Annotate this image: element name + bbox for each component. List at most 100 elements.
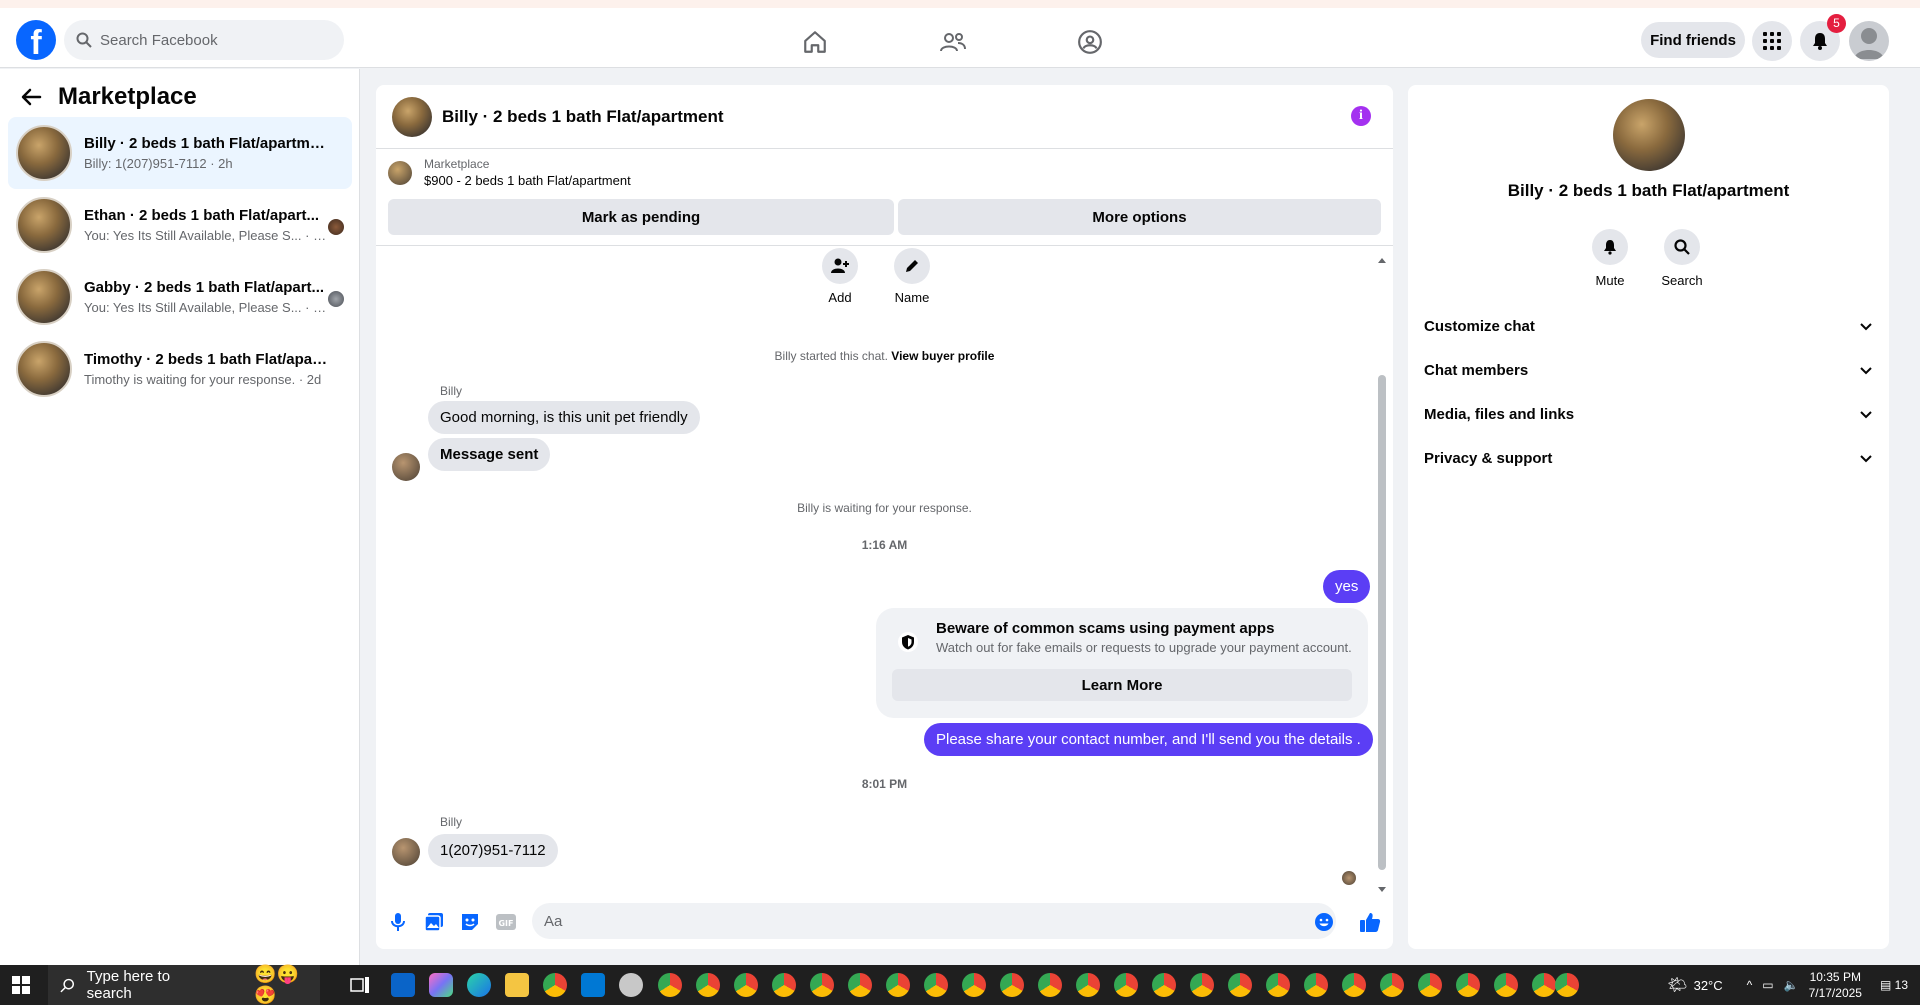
store-icon[interactable] — [581, 973, 605, 997]
chrome-icon[interactable] — [543, 973, 567, 997]
info-icon[interactable]: i — [1351, 106, 1371, 126]
profile-avatar[interactable] — [1849, 21, 1889, 61]
emoji-widget-icon: 😄😛😍 — [254, 964, 300, 1005]
chrome-icon[interactable] — [1342, 973, 1366, 997]
clock-date[interactable]: 7/17/2025 — [1809, 985, 1862, 1001]
outgoing-message[interactable]: yes — [1323, 570, 1371, 603]
friends-icon[interactable] — [933, 22, 973, 62]
sticker-icon[interactable] — [458, 910, 482, 934]
listing-summary[interactable]: Marketplace $900 - 2 beds 1 bath Flat/ap… — [388, 157, 631, 188]
chrome-icon[interactable] — [924, 973, 948, 997]
gif-icon[interactable]: GIF — [494, 910, 518, 934]
chat-members-section[interactable]: Chat members — [1424, 352, 1873, 388]
outlook-icon[interactable] — [391, 973, 415, 997]
conversation-item[interactable]: Gabby · 2 beds 1 bath Flat/apart... You:… — [8, 261, 352, 333]
back-arrow-icon[interactable] — [20, 86, 42, 108]
find-friends-button[interactable]: Find friends — [1641, 22, 1745, 58]
message-input-box[interactable] — [532, 903, 1336, 939]
home-icon[interactable] — [795, 22, 835, 62]
sender-name: Billy — [440, 384, 463, 398]
chrome-icon[interactable] — [1076, 973, 1100, 997]
notification-center-icon[interactable]: ▤ 13 — [1880, 978, 1908, 992]
chevron-up-icon[interactable]: ^ — [1747, 978, 1753, 992]
add-people-action[interactable]: Add — [810, 248, 870, 305]
search-icon — [76, 32, 92, 48]
thumbs-up-icon[interactable] — [1358, 910, 1382, 934]
incoming-message[interactable]: Message sent — [428, 438, 551, 471]
chrome-icon[interactable] — [1190, 973, 1214, 997]
chrome-icon[interactable] — [1494, 973, 1518, 997]
chrome-icon[interactable] — [810, 973, 834, 997]
chrome-icon[interactable] — [1532, 973, 1556, 997]
customize-chat-section[interactable]: Customize chat — [1424, 308, 1873, 344]
chat-avatar[interactable] — [392, 96, 432, 137]
chat-title[interactable]: Billy · 2 beds 1 bath Flat/apartment — [442, 107, 724, 127]
chrome-icon[interactable] — [1114, 973, 1138, 997]
add-person-icon — [831, 258, 849, 273]
chrome-icon[interactable] — [848, 973, 872, 997]
microphone-icon[interactable] — [386, 910, 410, 934]
task-view-icon[interactable] — [348, 973, 372, 997]
name-chat-action[interactable]: Name — [882, 248, 942, 305]
conversation-item[interactable]: Billy · 2 beds 1 bath Flat/apartment Bil… — [8, 117, 352, 189]
sender-avatar[interactable] — [392, 838, 420, 866]
chrome-icon[interactable] — [1555, 973, 1579, 997]
chrome-icon[interactable] — [1456, 973, 1480, 997]
weather-icon[interactable]: 🌤 — [1667, 975, 1687, 995]
chrome-icon[interactable] — [1228, 973, 1252, 997]
copilot-icon[interactable] — [429, 973, 453, 997]
mute-action[interactable]: Mute — [1580, 229, 1640, 288]
photo-icon[interactable] — [422, 910, 446, 934]
scam-warning-card: Beware of common scams using payment app… — [876, 608, 1368, 718]
listing-title: $900 - 2 beds 1 bath Flat/apartment — [424, 173, 631, 188]
search-in-chat-action[interactable]: Search — [1652, 229, 1712, 288]
menu-grid-icon[interactable] — [1752, 21, 1792, 61]
warning-description: Watch out for fake emails or requests to… — [936, 640, 1352, 655]
chrome-icon[interactable] — [696, 973, 720, 997]
more-options-button[interactable]: More options — [898, 199, 1381, 235]
incoming-message[interactable]: Good morning, is this unit pet friendly — [428, 401, 700, 434]
chrome-icon[interactable] — [1304, 973, 1328, 997]
emoji-icon[interactable] — [1312, 910, 1336, 934]
chrome-icon[interactable] — [1038, 973, 1062, 997]
network-icon[interactable]: ▭ — [1762, 978, 1773, 992]
volume-icon[interactable]: 🔈 — [1784, 978, 1799, 992]
chrome-icon[interactable] — [658, 973, 682, 997]
page-scrollbar[interactable] — [1903, 69, 1920, 965]
chrome-icon[interactable] — [1380, 973, 1404, 997]
temperature[interactable]: 32°C — [1694, 978, 1723, 993]
mark-as-pending-button[interactable]: Mark as pending — [388, 199, 894, 235]
edge-icon[interactable] — [467, 973, 491, 997]
chrome-icon[interactable] — [1266, 973, 1290, 997]
groups-icon[interactable] — [1070, 22, 1110, 62]
windows-taskbar: Type here to search 😄😛😍 🌤 32°C ^ ▭ 🔈 10:… — [0, 964, 1920, 1005]
chrome-icon[interactable] — [734, 973, 758, 997]
taskbar-search-box[interactable]: Type here to search 😄😛😍 — [48, 964, 320, 1005]
message-input[interactable] — [544, 912, 1284, 930]
learn-more-button[interactable]: Learn More — [892, 669, 1352, 701]
chrome-icon[interactable] — [1000, 973, 1024, 997]
media-files-links-section[interactable]: Media, files and links — [1424, 396, 1873, 432]
sender-avatar[interactable] — [392, 453, 420, 481]
clock-time[interactable]: 10:35 PM — [1809, 969, 1862, 985]
chrome-icon[interactable] — [962, 973, 986, 997]
incoming-message[interactable]: 1(207)951-7112 — [428, 834, 558, 867]
chrome-icon[interactable] — [1418, 973, 1442, 997]
details-avatar[interactable] — [1613, 99, 1685, 171]
privacy-support-section[interactable]: Privacy & support — [1424, 440, 1873, 476]
facebook-logo[interactable]: f — [16, 20, 56, 60]
chrome-icon[interactable] — [886, 973, 910, 997]
search-input[interactable] — [100, 31, 320, 49]
windows-start-icon[interactable] — [12, 976, 30, 994]
chrome-icon[interactable] — [772, 973, 796, 997]
view-buyer-profile-link[interactable]: View buyer profile — [891, 349, 994, 363]
conversation-item[interactable]: Timothy · 2 beds 1 bath Flat/apart... Ti… — [8, 333, 352, 405]
conversation-item[interactable]: Ethan · 2 beds 1 bath Flat/apart... You:… — [8, 189, 352, 261]
chat-scrollbar-thumb[interactable] — [1378, 375, 1386, 870]
outgoing-message[interactable]: Please share your contact number, and I'… — [924, 723, 1373, 756]
chevron-down-icon — [1860, 411, 1872, 419]
app-icon[interactable] — [619, 973, 643, 997]
search-facebook-box[interactable] — [64, 20, 344, 60]
file-explorer-icon[interactable] — [505, 973, 529, 997]
chrome-icon[interactable] — [1152, 973, 1176, 997]
